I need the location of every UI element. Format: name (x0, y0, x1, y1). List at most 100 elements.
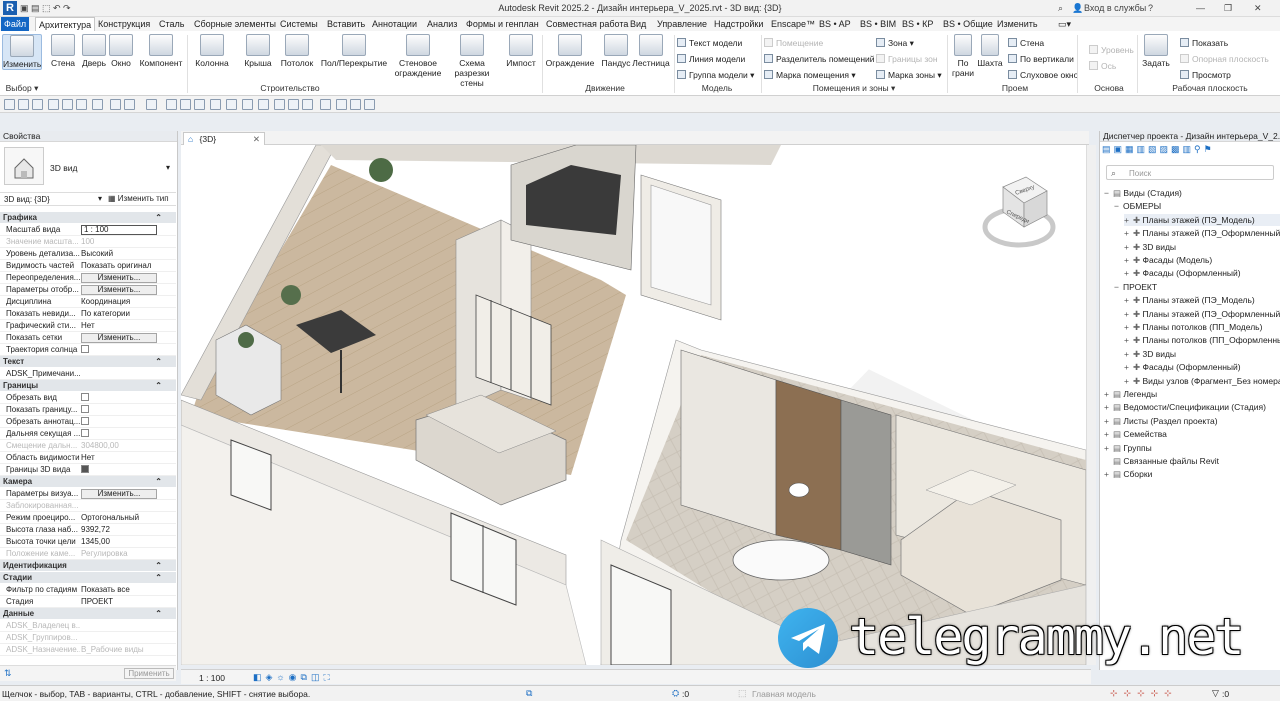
property-value[interactable]: Ортогональный (81, 512, 173, 523)
expand-toggle-icon[interactable]: + (1104, 401, 1113, 413)
opening-button-0[interactable]: По грани (950, 34, 976, 78)
active-model[interactable]: Главная модель (752, 689, 816, 699)
ribbon-small-button-9[interactable]: Стена (1008, 38, 1044, 49)
property-edit-button[interactable]: Изменить... (81, 285, 157, 295)
ribbon-button-6[interactable]: Крыша (241, 34, 275, 78)
toolbar-tool-icon-20[interactable] (320, 99, 331, 110)
tab-5[interactable]: Системы (277, 17, 321, 31)
tab-10[interactable]: Совместная работа (543, 17, 631, 31)
browser-tree-item[interactable]: + ✚ Планы этажей (ПЭ_Оформленный) (1124, 308, 1280, 320)
collapse-icon[interactable]: ⌃ (155, 212, 162, 223)
tab-3d-view[interactable]: ⌂ {3D} ✕ (183, 132, 265, 145)
browser-tree-item[interactable]: +✚ Виды узлов (Фрагмент_Без номера листа… (1124, 375, 1280, 387)
toolbar-tool-icon-14[interactable] (226, 99, 237, 110)
browser-tree-item[interactable]: + ✚ Планы потолков (ПП_Модель) (1124, 321, 1262, 333)
expand-toggle-icon[interactable]: + (1124, 361, 1133, 373)
tab-12[interactable]: Управление (654, 17, 710, 31)
ribbon-small-button-5[interactable]: Маркa помещения ▾ (764, 70, 856, 81)
vertical-scrollbar[interactable] (1086, 145, 1096, 665)
browser-tree-item[interactable]: + ✚ Фасады (Модель) (1124, 254, 1212, 266)
ribbon-small-button-13[interactable]: Ось (1089, 61, 1116, 72)
expand-toggle-icon[interactable]: + (1124, 241, 1133, 253)
browser-search-field[interactable]: ⌕ Поиск (1106, 165, 1274, 180)
ribbon-button-15[interactable]: Задать (1141, 34, 1171, 78)
ribbon-small-button-6[interactable]: Зона ▾ (876, 38, 914, 49)
toolbar-tool-icon-17[interactable] (274, 99, 285, 110)
property-checkbox[interactable] (81, 429, 89, 437)
browser-toolbar-icons[interactable]: ▤▣▦▥▧▨▩▥⚲⚑ (1102, 144, 1242, 156)
property-value[interactable]: ПРОЕКТ (81, 596, 173, 607)
ribbon-panel-label-5[interactable]: Проем (950, 83, 1080, 93)
toolbar-tool-icon-4[interactable] (62, 99, 73, 110)
selector-dropdown-icon[interactable]: ▾ (98, 194, 102, 203)
property-edit-button[interactable]: Изменить... (81, 489, 157, 499)
expand-toggle-icon[interactable]: − (1104, 187, 1113, 199)
ribbon-button-2[interactable]: Дверь (80, 34, 108, 78)
expand-toggle-icon[interactable]: + (1124, 267, 1133, 279)
opening-button-1[interactable]: Шахта (976, 34, 1004, 68)
type-thumbnail[interactable] (4, 147, 44, 185)
design-option-icon[interactable]: ⬚ (738, 688, 747, 699)
property-value[interactable]: 9392,72 (81, 524, 173, 535)
property-value[interactable]: Показать все (81, 584, 173, 595)
toolbar-tool-icon-2[interactable] (32, 99, 43, 110)
close-tab-icon[interactable]: ✕ (253, 133, 260, 145)
expand-toggle-icon[interactable]: + (1124, 254, 1133, 266)
toolbar-tool-icon-13[interactable] (210, 99, 221, 110)
property-value[interactable]: 1345,00 (81, 536, 173, 547)
ribbon-minimize-icon[interactable]: ▭▾ (1055, 17, 1074, 31)
toolbar-tool-icon-9[interactable] (146, 99, 157, 110)
ribbon-small-button-1[interactable]: Линия модели (677, 54, 745, 65)
property-group-header[interactable]: Стадии ⌃ (0, 572, 176, 583)
apply-button[interactable]: Применить (124, 668, 174, 679)
browser-tree-item[interactable]: + ▤ Семейства (1104, 428, 1167, 440)
ribbon-small-button-10[interactable]: По вертикали (1008, 54, 1074, 65)
tab-1[interactable]: Архитектура (35, 17, 96, 31)
toolbar-tool-icon-10[interactable] (166, 99, 177, 110)
expand-toggle-icon[interactable]: + (1104, 442, 1113, 454)
tab-4[interactable]: Сборные элементы (191, 17, 279, 31)
tab-19[interactable]: Изменить (994, 17, 1041, 31)
browser-tree-item[interactable]: + ✚ Фасады (Оформленный) (1124, 267, 1241, 279)
tab-11[interactable]: Вид (627, 17, 649, 31)
expand-toggle-icon[interactable]: + (1104, 428, 1113, 440)
ribbon-small-button-14[interactable]: Показать (1180, 38, 1228, 49)
expand-toggle-icon[interactable]: + (1104, 415, 1113, 427)
toolbar-tool-icon-12[interactable] (194, 99, 205, 110)
toolbar-tool-icon-1[interactable] (18, 99, 29, 110)
expand-toggle-icon[interactable]: + (1124, 321, 1133, 333)
ribbon-button-12[interactable]: Ограждение (545, 34, 595, 78)
collapse-icon[interactable]: ⌃ (155, 380, 162, 391)
tab-9[interactable]: Формы и генплан (463, 17, 542, 31)
collapse-icon[interactable]: ⌃ (155, 608, 162, 619)
property-edit-button[interactable]: Изменить... (81, 273, 157, 283)
expand-toggle-icon[interactable]: + (1124, 308, 1133, 320)
type-dropdown-icon[interactable]: ▾ (166, 163, 170, 172)
browser-tree-item[interactable]: ▤ Связанные файлы Revit (1104, 455, 1219, 467)
tab-3[interactable]: Сталь (156, 17, 187, 31)
ribbon-button-4[interactable]: Компонент (137, 34, 185, 78)
tab-6[interactable]: Вставить (324, 17, 368, 31)
toolbar-tool-icon-7[interactable] (110, 99, 121, 110)
browser-tree-item[interactable]: + ▤ Листы (Раздел проекта) (1104, 415, 1218, 427)
browser-tree-item[interactable]: + ✚ Фасады (Оформленный) (1124, 361, 1241, 373)
property-checkbox[interactable] (81, 405, 89, 413)
toolbar-tool-icon-16[interactable] (258, 99, 269, 110)
ribbon-small-button-2[interactable]: Группа модели ▾ (677, 70, 754, 81)
toolbar-tool-icon-3[interactable] (48, 99, 59, 110)
property-value[interactable]: Нет (81, 452, 173, 463)
browser-tree-item[interactable]: + ▤ Легенды (1104, 388, 1157, 400)
property-checkbox[interactable] (81, 345, 89, 353)
expand-toggle-icon[interactable]: + (1124, 227, 1133, 239)
browser-tree-item[interactable]: − ПРОЕКТ (1114, 281, 1157, 293)
ribbon-panel-label-3[interactable]: Модель (677, 83, 757, 93)
property-group-header[interactable]: Границы ⌃ (0, 380, 176, 391)
expand-toggle-icon[interactable]: + (1124, 294, 1133, 306)
maximize-button[interactable]: ❐ (1224, 2, 1232, 15)
ribbon-small-button-8[interactable]: Марка зоны ▾ (876, 70, 942, 81)
ribbon-small-button-7[interactable]: Границы зон (876, 54, 938, 65)
property-group-header[interactable]: Графика ⌃ (0, 212, 176, 223)
ribbon-panel-label-6[interactable]: Основа (1080, 83, 1138, 93)
expand-toggle-icon[interactable]: − (1114, 281, 1123, 293)
tab-2[interactable]: Конструкция (95, 17, 153, 31)
